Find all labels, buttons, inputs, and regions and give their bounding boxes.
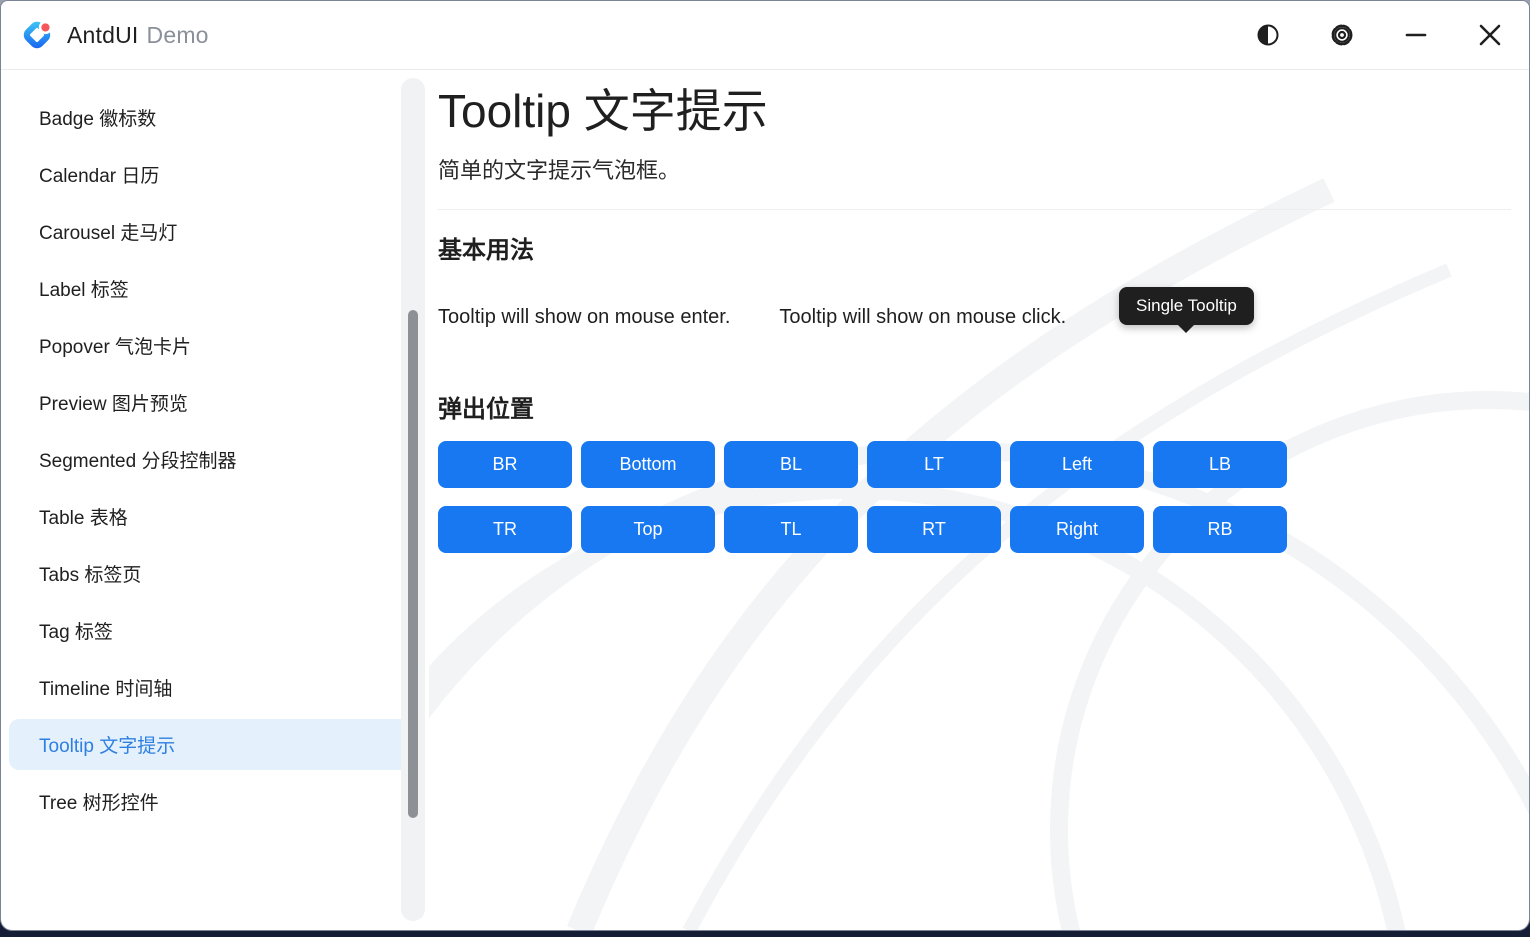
placement-row-1: BR Bottom BL LT Left LB xyxy=(438,441,1511,488)
page-subtitle: 简单的文字提示气泡框。 xyxy=(438,153,1511,185)
placement-button-right[interactable]: Right xyxy=(1010,506,1144,553)
basic-usage-demo-row: Tooltip will show on mouse enter. Toolti… xyxy=(438,297,1511,337)
placement-button-left[interactable]: Left xyxy=(1010,441,1144,488)
sidebar-item-tabs[interactable]: Tabs 标签页 xyxy=(9,548,424,599)
sidebar-item-carousel[interactable]: Carousel 走马灯 xyxy=(9,206,424,257)
antdui-logo-icon xyxy=(21,19,53,51)
sidebar-scrollbar-track[interactable] xyxy=(401,78,425,921)
sidebar-item-label[interactable]: Label 标签 xyxy=(9,263,424,314)
sidebar-scrollbar-thumb[interactable] xyxy=(408,310,418,818)
placement-button-bl[interactable]: BL xyxy=(724,441,858,488)
tooltip-click-target[interactable]: Tooltip will show on mouse click. xyxy=(779,306,1066,329)
close-icon xyxy=(1478,23,1502,47)
sidebar-item-tooltip[interactable]: Tooltip 文字提示 xyxy=(9,719,424,770)
sidebar-item-popover[interactable]: Popover 气泡卡片 xyxy=(9,320,424,371)
sidebar-item-calendar[interactable]: Calendar 日历 xyxy=(9,149,424,200)
placement-button-tr[interactable]: TR xyxy=(438,506,572,553)
placement-button-bottom[interactable]: Bottom xyxy=(581,441,715,488)
placement-button-rb[interactable]: RB xyxy=(1153,506,1287,553)
sidebar-item-badge[interactable]: Badge 徽标数 xyxy=(9,92,424,143)
component-sidebar: Badge 徽标数 Calendar 日历 Carousel 走马灯 Label… xyxy=(1,70,431,931)
placement-button-br[interactable]: BR xyxy=(438,441,572,488)
basic-usage-heading: 基本用法 xyxy=(438,230,1511,265)
placement-heading: 弹出位置 xyxy=(438,389,1511,424)
app-title: AntdUI Demo xyxy=(67,22,209,49)
sidebar-item-segmented[interactable]: Segmented 分段控制器 xyxy=(9,434,424,485)
gear-icon xyxy=(1329,22,1355,48)
app-name: AntdUI xyxy=(67,22,139,48)
page-title: Tooltip 文字提示 xyxy=(438,84,1511,139)
section-divider xyxy=(438,209,1511,210)
half-circle-icon xyxy=(1256,23,1280,47)
app-window: AntdUI Demo xyxy=(0,0,1530,931)
app-mode: Demo xyxy=(147,22,209,48)
placement-row-2: TR Top TL RT Right RB xyxy=(438,506,1511,553)
main-content: Tooltip 文字提示 简单的文字提示气泡框。 基本用法 Tooltip wi… xyxy=(431,70,1529,931)
placement-button-top[interactable]: Top xyxy=(581,506,715,553)
sidebar-item-table[interactable]: Table 表格 xyxy=(9,491,424,542)
sidebar-item-preview[interactable]: Preview 图片预览 xyxy=(9,377,424,428)
sidebar-item-timeline[interactable]: Timeline 时间轴 xyxy=(9,662,424,713)
settings-button[interactable] xyxy=(1319,12,1365,58)
single-tooltip-popup: Single Tooltip xyxy=(1119,287,1254,325)
placement-button-tl[interactable]: TL xyxy=(724,506,858,553)
close-button[interactable] xyxy=(1467,12,1513,58)
placement-button-lb[interactable]: LB xyxy=(1153,441,1287,488)
sidebar-item-tree[interactable]: Tree 树形控件 xyxy=(9,776,424,827)
minimize-button[interactable] xyxy=(1393,12,1439,58)
window-controls xyxy=(1217,12,1513,58)
tooltip-hover-target[interactable]: Tooltip will show on mouse enter. xyxy=(438,306,730,329)
minimize-icon xyxy=(1405,24,1427,46)
placement-button-lt[interactable]: LT xyxy=(867,441,1001,488)
placement-button-rt[interactable]: RT xyxy=(867,506,1001,553)
theme-toggle-button[interactable] xyxy=(1245,12,1291,58)
placement-button-grid: BR Bottom BL LT Left LB TR Top TL RT Rig… xyxy=(438,441,1511,553)
sidebar-item-tag[interactable]: Tag 标签 xyxy=(9,605,424,656)
title-bar[interactable]: AntdUI Demo xyxy=(1,1,1529,70)
component-nav-list: Badge 徽标数 Calendar 日历 Carousel 走马灯 Label… xyxy=(1,70,431,827)
